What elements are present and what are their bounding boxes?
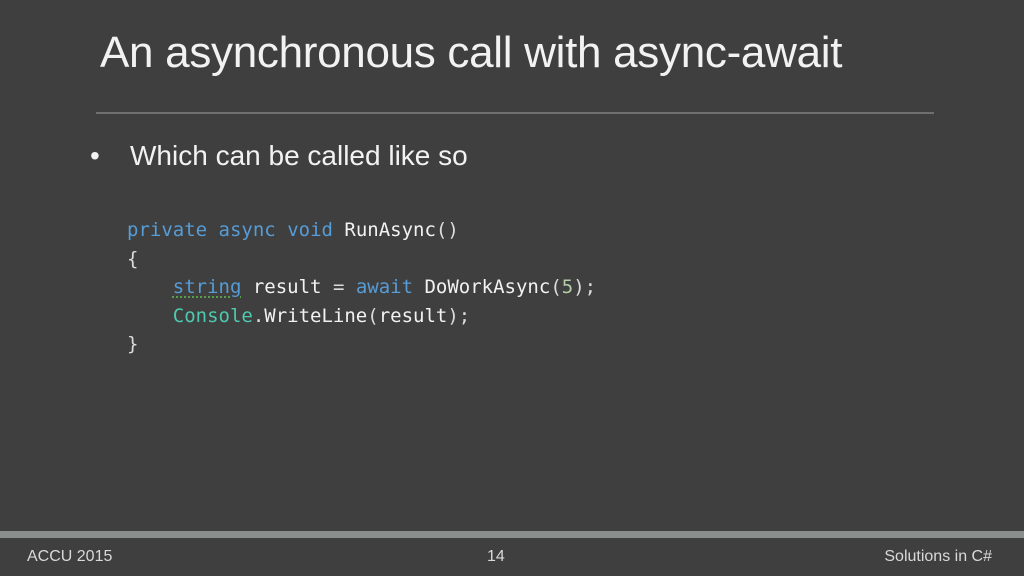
code-token: Console [172, 304, 253, 327]
code-token: WriteLine [264, 304, 368, 327]
code-token: void [287, 219, 333, 241]
bullet-text: Which can be called like so [130, 140, 468, 171]
code-token: string [172, 276, 242, 298]
code-token: result [252, 276, 322, 298]
code-token: . [252, 304, 265, 327]
code-token: result [378, 304, 448, 327]
code-token: = [321, 276, 356, 298]
code-token: RunAsync [344, 219, 436, 241]
bullet-item: • Which can be called like so [90, 140, 468, 172]
title-divider [96, 112, 934, 114]
slide: An asynchronous call with async-await • W… [0, 0, 1024, 576]
code-token: () [435, 219, 459, 241]
code-token: ); [447, 304, 471, 327]
bullet-point-icon: • [90, 140, 100, 171]
code-line: Console.WriteLine(result); [127, 302, 596, 331]
footer-band [0, 531, 1024, 538]
code-token: 5 [561, 276, 574, 298]
code-token: DoWorkAsync [424, 276, 551, 298]
code-line: } [127, 330, 596, 359]
code-token: { [127, 247, 139, 270]
code-token: ); [573, 276, 597, 298]
code-line: string result = await DoWorkAsync(5); [127, 273, 596, 302]
slide-number: 14 [487, 548, 505, 565]
code-token: await [355, 276, 414, 298]
code-line: { [127, 245, 596, 274]
code-token: async [218, 219, 276, 241]
slide-title: An asynchronous call with async-await [100, 28, 843, 77]
code-token: private [127, 219, 208, 241]
code-token: } [127, 333, 139, 355]
code-token: ( [367, 304, 379, 327]
footer-event: ACCU 2015 [27, 548, 113, 565]
code-line: private async void RunAsync() [127, 216, 596, 245]
footer-topic: Solutions in C# [884, 548, 992, 565]
code-token: ( [550, 276, 562, 298]
code-block: private async void RunAsync(){ string re… [127, 216, 596, 359]
